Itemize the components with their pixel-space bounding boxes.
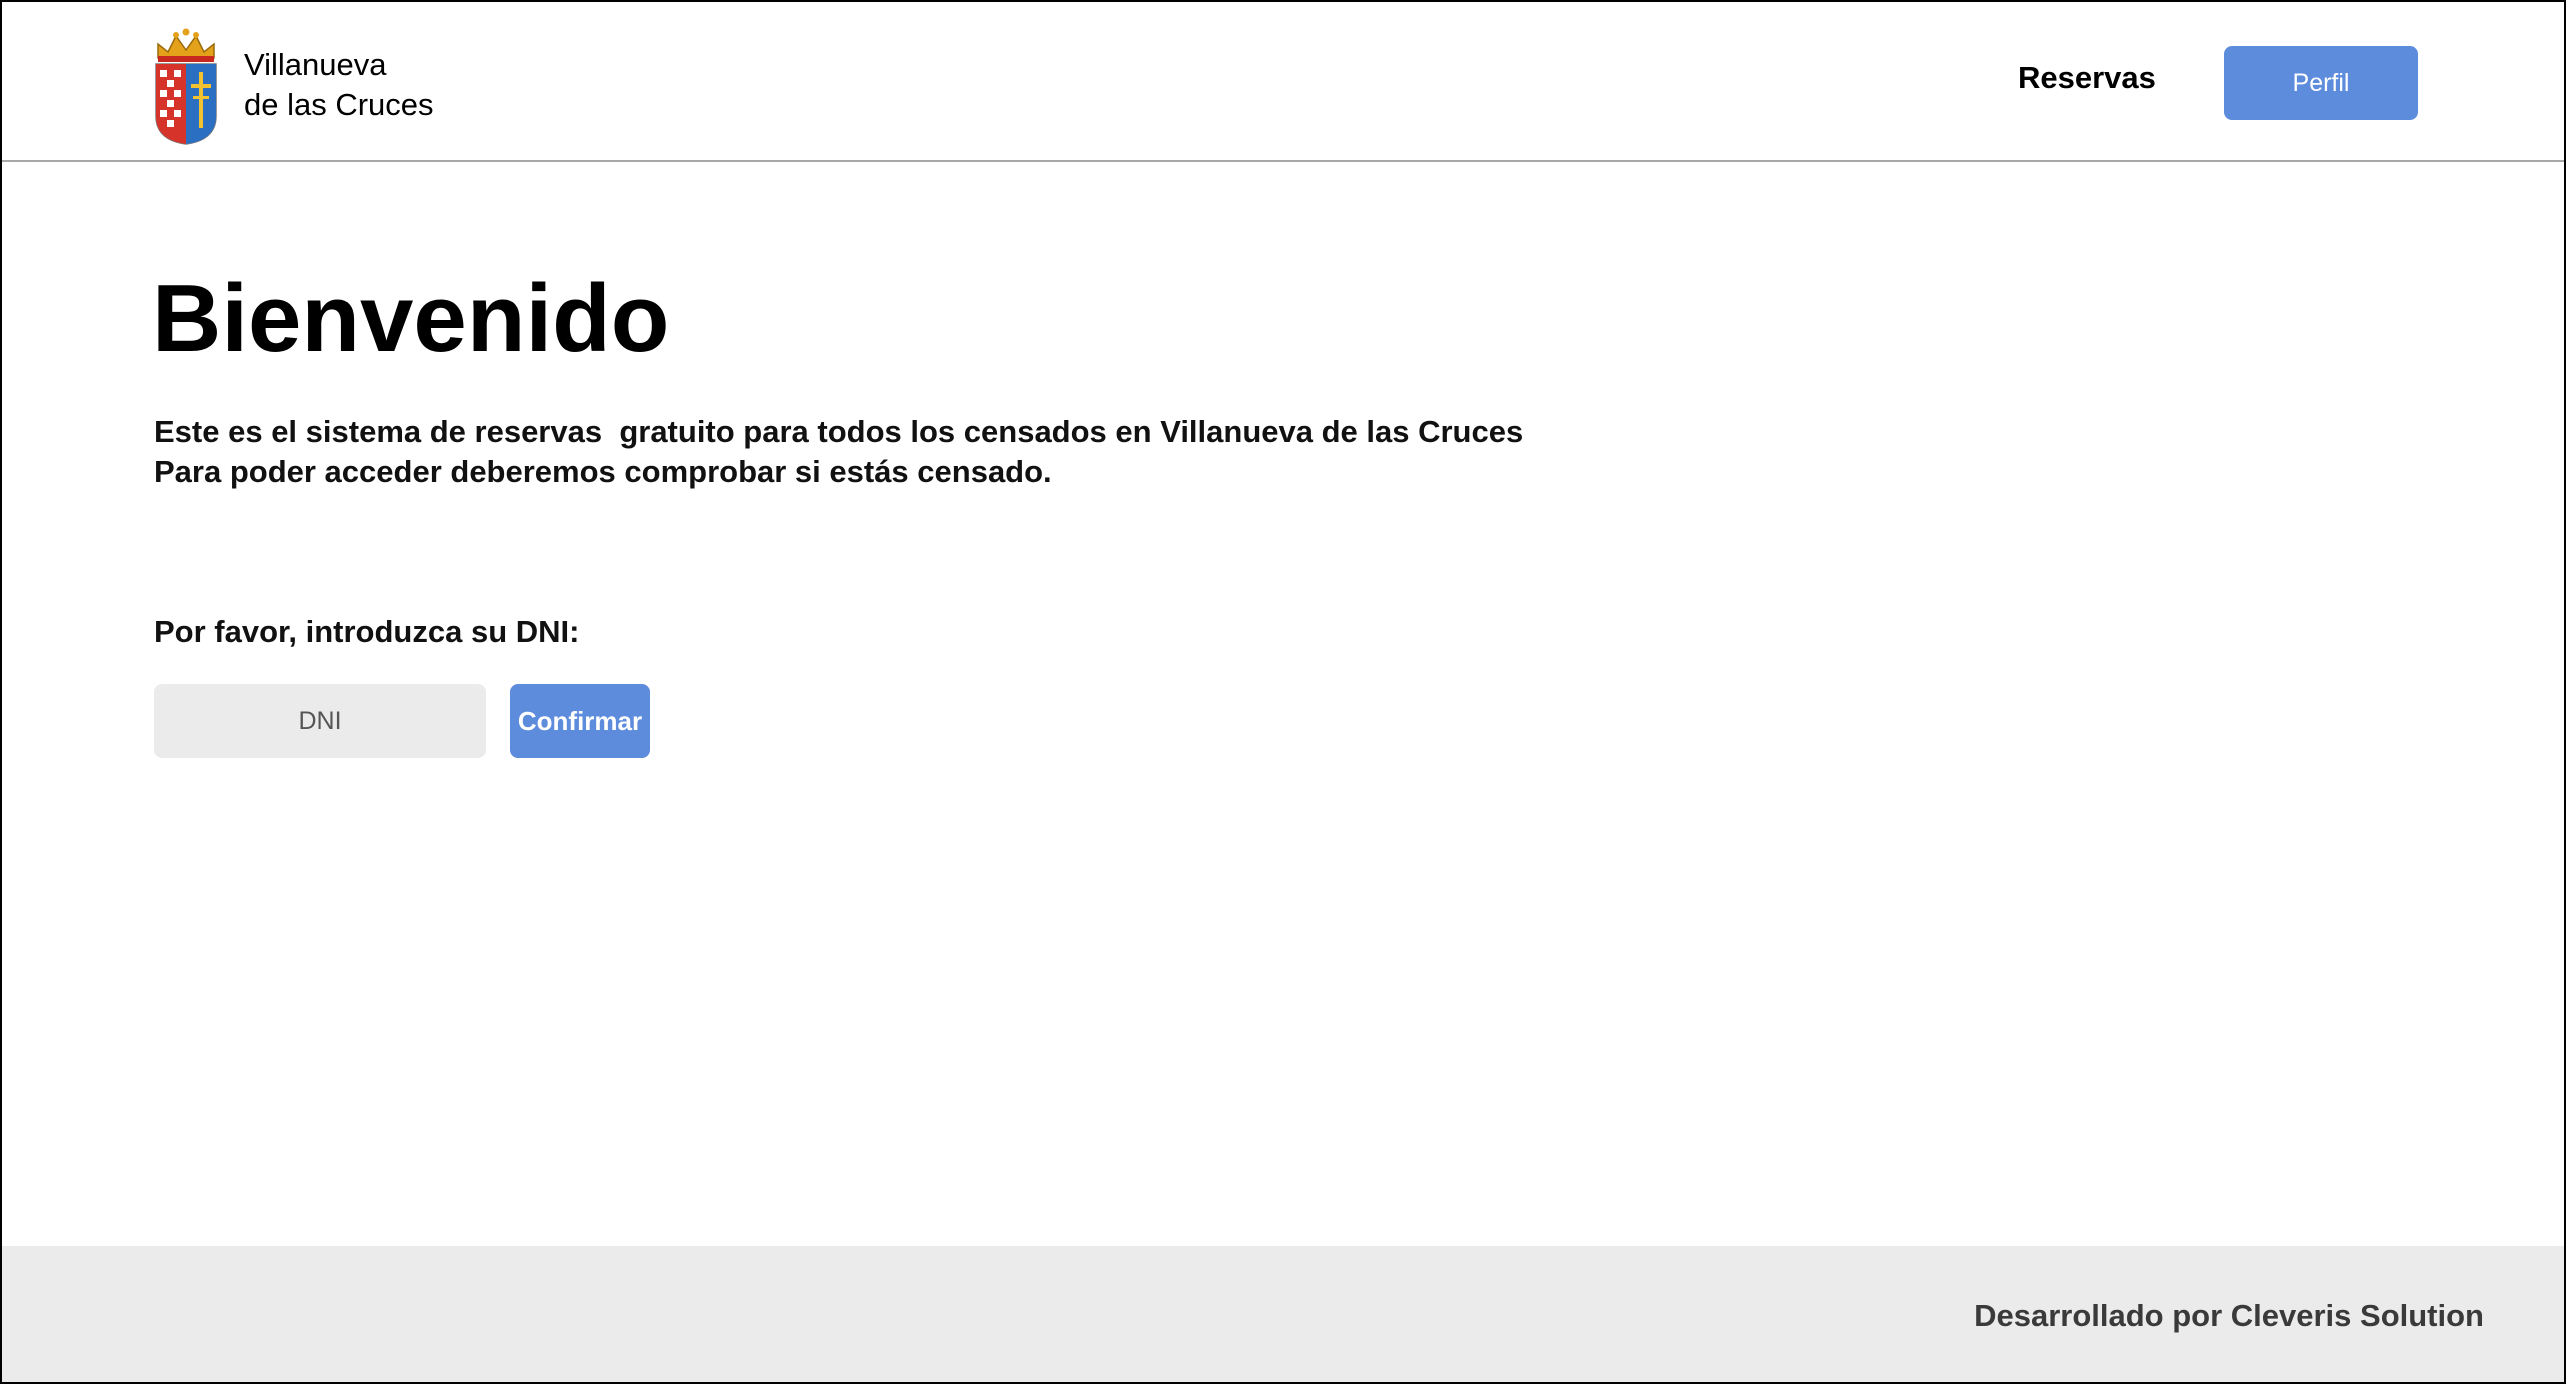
coat-of-arms-icon	[155, 28, 217, 145]
page-title: Bienvenido	[152, 265, 670, 372]
dni-input[interactable]	[154, 684, 486, 758]
nav-link-reservas[interactable]: Reservas	[2018, 60, 2156, 96]
intro-line-2: Para poder acceder deberemos comprobar s…	[154, 454, 1052, 489]
brand-name-line1: Villanueva	[244, 47, 387, 82]
page: Villanueva de las Cruces Reservas Perfil…	[0, 0, 2566, 1384]
perfil-button[interactable]: Perfil	[2224, 46, 2418, 120]
intro-text: Este es el sistema de reservas gratuito …	[154, 412, 1523, 492]
footer-credit: Desarrollado por Cleveris Solution	[1974, 1298, 2484, 1333]
intro-line-1: Este es el sistema de reservas gratuito …	[154, 414, 1524, 449]
top-navbar: Villanueva de las Cruces Reservas Perfil	[2, 2, 2564, 162]
brand-name: Villanueva de las Cruces	[244, 45, 434, 125]
brand[interactable]: Villanueva de las Cruces	[152, 24, 434, 146]
dni-prompt-label: Por favor, introduzca su DNI:	[154, 614, 580, 649]
confirm-button[interactable]: Confirmar	[510, 684, 650, 758]
footer: Desarrollado por Cleveris Solution	[2, 1246, 2564, 1382]
brand-name-line2: de las Cruces	[244, 87, 434, 122]
